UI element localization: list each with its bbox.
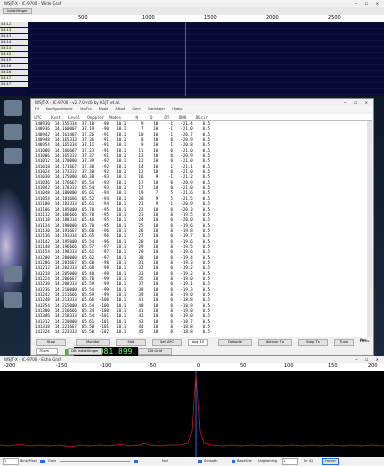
colors-button[interactable]: Farver [322, 458, 339, 465]
scale-tick: 2000 [266, 15, 279, 21]
avg-spinbox[interactable]: Avg 10 [188, 339, 208, 346]
main-titlebar: WSJT-X - IC-9700 - v2.7.0-rc6 by K1JT et… [31, 99, 373, 106]
wide-graph-window: WSJT-X - IC-9700 - Wide Graf ─ ☐ ✕ Indst… [0, 0, 384, 96]
stop-button[interactable]: Stop [36, 339, 66, 346]
waterfall-texture [30, 22, 384, 96]
wide-graph-title: WSJT-X - IC-9700 - Wide Graf [4, 1, 62, 6]
grid-button[interactable]: Dit Grid [138, 348, 172, 355]
scale-tick: -200 [4, 363, 16, 369]
window-controls[interactable]: ─ ☐ ✕ [355, 356, 382, 363]
menu-item-mode[interactable]: Mode [99, 107, 109, 111]
scale-tick: 50 [240, 363, 247, 369]
main-title: WSJT-X - IC-9700 - v2.7.0-rc6 by K1JT et… [35, 100, 121, 105]
decode-label: 04:14 [0, 46, 28, 51]
set-afc-button[interactable]: Set AFC [152, 339, 182, 346]
scale-tick: 0 [197, 363, 201, 369]
wide-graph-toolbar: Indstillinger [0, 7, 384, 15]
wide-graph-titlebar: WSJT-X - IC-9700 - Wide Graf ─ ☐ ✕ [0, 0, 384, 7]
scale-tick: -50 [148, 363, 157, 369]
bins-label: Bins/Pixel [20, 459, 37, 463]
galaxy-wallpaper [0, 186, 30, 306]
scale-tick: 200 [368, 363, 378, 369]
spectrum-trace [0, 373, 384, 448]
decode-button[interactable]: Dekode [218, 339, 252, 346]
decode-label: 04:15 [0, 58, 28, 63]
secondary-row: Dit Indstillinger Dit Grid [68, 348, 188, 356]
scale-tick: 1000 [142, 15, 155, 21]
lower-graph-window: WSJT-X - IC-9700 - Echo Graf ─ ☐ ✕ -200 … [0, 356, 384, 466]
menu-item-file[interactable]: Fil [35, 107, 39, 111]
erase-button[interactable]: Slet [116, 339, 146, 346]
enable-tx-button[interactable]: Aktiver Tx [258, 339, 292, 346]
echo-spectrum-plot[interactable] [0, 371, 384, 457]
gain-slider-track[interactable] [60, 461, 130, 462]
wide-waterfall[interactable]: 04:12 04:13 04:13 04:14 04:14 04:15 04:1… [0, 22, 384, 96]
menu-item-decode[interactable]: Afkod [115, 107, 125, 111]
scrollbar[interactable] [367, 121, 372, 337]
decode-list[interactable]: 140930 14.155334 37.10 -90 10.1 9 10 -1 … [32, 121, 372, 337]
stop-tx-button[interactable]: Stop Tx [298, 339, 328, 346]
desktop-icon[interactable] [4, 292, 22, 308]
menu-bar: Fil Konfigurationer Vis/Fra Mode Afkod G… [31, 106, 373, 112]
lower-graph-titlebar: WSJT-X - IC-9700 - Echo Graf ─ ☐ ✕ [0, 356, 384, 363]
decode-label: 04:15 [0, 52, 28, 57]
bins-spinbox[interactable]: 1 [3, 458, 19, 465]
menu-item-tools[interactable]: Værktøjer [148, 107, 165, 111]
desktop-icon[interactable] [4, 148, 22, 164]
scale-tick: 100 [284, 363, 294, 369]
menu-item-config[interactable]: Konfigurationer [46, 107, 73, 111]
lower-scale: -200 -150 -100 -50 0 50 100 150 200 [0, 363, 384, 371]
scale-tick: 2500 [328, 15, 341, 21]
baseline-checkbox[interactable] [232, 460, 235, 463]
lower-graph-title: WSJT-X - IC-9700 - Echo Graf [4, 357, 61, 362]
main-window: WSJT-X - IC-9700 - v2.7.0-rc6 by K1JT et… [30, 98, 374, 357]
scale-tick: -150 [56, 363, 68, 369]
spectrum-svg [0, 371, 384, 457]
decode-label: 04:13 [0, 28, 28, 33]
menu-item-view[interactable]: Vis/Fra [80, 107, 92, 111]
tune-button[interactable]: Tune [334, 339, 354, 346]
menu-item-save[interactable]: Gem [132, 107, 140, 111]
gain-label: Gain [48, 459, 57, 463]
decode-label: 04:14 [0, 40, 28, 45]
settings-dialog-button[interactable]: Dit Indstillinger [68, 348, 102, 355]
table-row[interactable]: 141324 14.223333 65.50 -102 10.1 45 10 0… [32, 329, 372, 334]
decode-label: 04:12 [0, 22, 28, 27]
decode-label: 04:13 [0, 34, 28, 39]
window-controls[interactable]: ─ ☐ ✕ [355, 0, 382, 7]
zero-label: Nul [162, 459, 168, 463]
bottom-controls: 1 Bins/Pixel Gain Nul Smooth Baseline Ud… [0, 457, 384, 466]
n-count: N: 42 [304, 459, 314, 463]
desktop-icon[interactable] [4, 100, 22, 116]
monitor-button[interactable]: Monitor [76, 339, 110, 346]
power-label: Pwr [360, 338, 367, 342]
smooth-label: Smooth [204, 459, 218, 463]
decode-label: 04:17 [0, 82, 28, 87]
scale-tick: 150 [328, 363, 338, 369]
scale-tick: 500 [78, 15, 88, 21]
baseline-label: Baseline [237, 459, 252, 463]
settings-button[interactable]: Indstillinger [3, 8, 32, 14]
desktop-icon[interactable] [4, 124, 22, 140]
menu-item-help[interactable]: Hjælp [172, 107, 182, 111]
smooth-slider-handle[interactable] [198, 460, 202, 463]
decode-label: 04:17 [0, 76, 28, 81]
wide-graph-scale: 500 1000 1500 2000 2500 [0, 15, 384, 22]
window-controls[interactable]: ─ ☐ ✕ [344, 99, 371, 106]
gain-slider-handle[interactable] [40, 460, 45, 463]
band-select[interactable]: 70cm [36, 348, 58, 355]
decode-label: 04:16 [0, 70, 28, 75]
avg-spinbox[interactable]: 1 [282, 458, 298, 465]
avg-label: Udglatning [258, 459, 278, 463]
table-header: UTC Kvot Level Doppler Modes N Q DT DNR … [32, 114, 372, 121]
desktop-icon[interactable] [4, 266, 22, 282]
scale-tick: -100 [100, 363, 112, 369]
scale-tick: 1500 [204, 15, 217, 21]
decode-label: 04:16 [0, 64, 28, 69]
zero-slider-handle[interactable] [134, 460, 138, 463]
control-row: Stop Monitor Slet Set AFC Avg 10 Dekode … [32, 338, 372, 347]
